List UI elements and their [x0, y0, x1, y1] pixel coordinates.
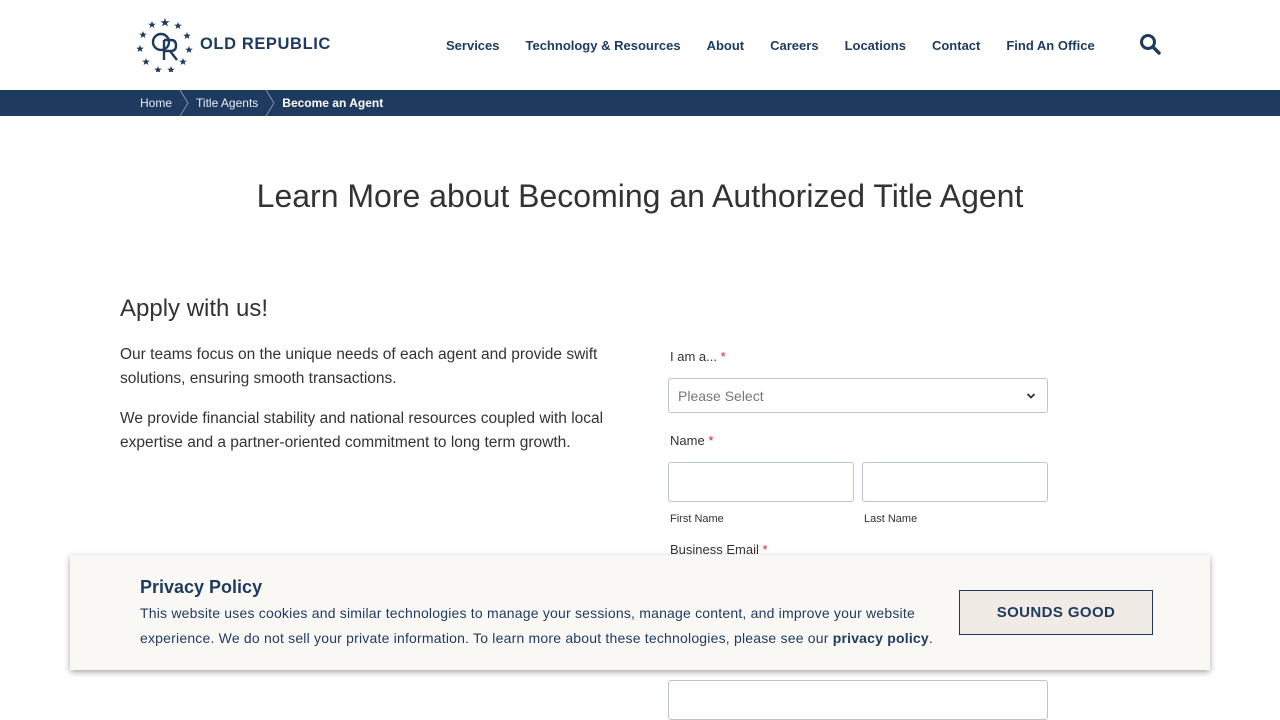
search-icon	[1140, 34, 1161, 55]
logo-mark-icon	[137, 18, 193, 72]
required-mark: *	[720, 349, 726, 364]
logo-text: OLD REPUBLIC	[200, 34, 331, 53]
role-label: I am a... *	[670, 349, 726, 364]
role-select[interactable]: Please Select	[668, 378, 1048, 413]
intro-paragraph: We provide financial stability and natio…	[120, 410, 604, 451]
privacy-title: Privacy Policy	[140, 577, 263, 597]
accept-cookies-button[interactable]: SOUNDS GOOD	[959, 590, 1153, 635]
privacy-policy-link[interactable]: privacy policy	[833, 630, 929, 646]
nav-services[interactable]: Services	[446, 38, 500, 53]
breadcrumb-current: Become an Agent	[282, 96, 384, 110]
site-header: OLD REPUBLIC Services Technology & Resou…	[0, 0, 1280, 90]
main-nav: Services Technology & Resources About Ca…	[446, 0, 1121, 90]
first-name-field[interactable]	[668, 462, 854, 502]
old-republic-logo[interactable]: OLD REPUBLIC	[137, 16, 331, 72]
apply-heading: Apply with us!	[120, 295, 269, 322]
form-field[interactable]	[668, 680, 1048, 720]
breadcrumb: Home Title Agents Become an Agent	[0, 90, 1280, 116]
nav-contact[interactable]: Contact	[932, 38, 980, 53]
last-name-field[interactable]	[862, 462, 1048, 502]
search-button[interactable]	[1139, 33, 1161, 55]
nav-locations[interactable]: Locations	[845, 38, 906, 53]
chevron-down-icon	[1026, 393, 1036, 399]
intro-paragraph: Our teams focus on the unique needs of e…	[120, 346, 598, 387]
chevron-right-icon	[265, 90, 275, 116]
page-title: Learn More about Becoming an Authorized …	[256, 178, 1024, 214]
nav-technology-resources[interactable]: Technology & Resources	[526, 38, 681, 53]
first-name-label: First Name	[670, 513, 724, 525]
breadcrumb-title-agents[interactable]: Title Agents	[196, 96, 258, 110]
name-label: Name *	[670, 433, 714, 448]
chevron-right-icon	[179, 90, 189, 116]
nav-about[interactable]: About	[707, 38, 745, 53]
last-name-label: Last Name	[864, 513, 918, 525]
breadcrumb-home[interactable]: Home	[140, 96, 172, 110]
privacy-text: This website uses cookies and similar te…	[140, 605, 933, 646]
nav-careers[interactable]: Careers	[770, 38, 818, 53]
nav-find-an-office[interactable]: Find An Office	[1006, 38, 1094, 53]
required-mark: *	[708, 433, 714, 448]
privacy-banner: Privacy Policy This website uses cookies…	[70, 555, 1210, 670]
